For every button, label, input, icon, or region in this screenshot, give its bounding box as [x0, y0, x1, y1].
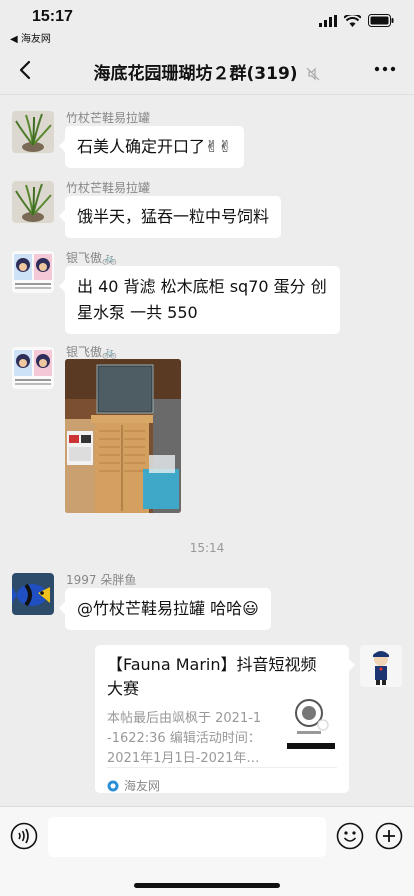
link-card-source-name: 海友网: [124, 779, 161, 793]
nav-bar: 海底花园珊瑚坊２群(319): [0, 46, 414, 94]
timestamp: 15:14: [189, 541, 225, 555]
avatar-plant[interactable]: [12, 111, 54, 153]
avatar-plant[interactable]: [12, 181, 54, 223]
mute-icon: [307, 67, 320, 81]
cartoon-avatar-image: [12, 251, 54, 293]
avatar-self[interactable]: [360, 645, 402, 687]
self-avatar-image: [360, 645, 402, 687]
message-text-line: 出 40 背滤 松木底柜 sq70 蛋分 创: [77, 277, 327, 296]
emoji-icon[interactable]: [336, 822, 364, 850]
chat-messages[interactable]: 竹杖芒鞋易拉罐 石美人确定开口了✌✌ 竹杖芒鞋易拉罐 饿半天，猛吞一粒中号饲料: [0, 94, 414, 806]
chat-title-text: 海底花园珊瑚坊２群(319): [93, 64, 298, 84]
message-text: 石美人确定开口了✌✌: [77, 137, 232, 156]
status-time: 15:17: [32, 8, 73, 25]
avatar-fish[interactable]: [12, 573, 54, 615]
link-card-description: 本帖最后由飒枫于 2021-1 -1622:36 编辑活动时间： 2021年1月…: [107, 709, 261, 769]
message-text: 饿半天，猛吞一粒中号饲料: [77, 207, 270, 226]
more-icon[interactable]: [374, 62, 396, 76]
aquarium-cabinet-photo: [65, 359, 181, 513]
plant-avatar-image: [12, 111, 54, 153]
chat-title: 海底花园珊瑚坊２群(319): [0, 59, 414, 84]
wifi-icon: [344, 14, 361, 27]
avatar-cartoon[interactable]: [12, 347, 54, 389]
link-card-source: 海友网: [107, 773, 160, 799]
sender-name: 竹杖芒鞋易拉罐: [66, 181, 151, 195]
link-card-desc-line: -1622:36 编辑活动时间：: [107, 731, 261, 746]
voice-input-icon[interactable]: [10, 822, 38, 850]
message-input[interactable]: [48, 817, 326, 857]
sender-name: 银飞傲🚲: [66, 345, 117, 359]
link-card[interactable]: 【Fauna Marin】抖音短视频 大赛 本帖最后由飒枫于 2021-1 -1…: [95, 645, 355, 793]
link-card-thumbnail: [283, 695, 337, 751]
link-card-divider: [107, 767, 337, 768]
source-logo-icon: [107, 780, 119, 792]
battery-icon: [368, 14, 394, 27]
message-text: @竹杖芒鞋易拉罐 哈哈😃: [77, 599, 259, 618]
message-bubble[interactable]: 饿半天，猛吞一粒中号饲料: [58, 196, 282, 238]
avatar-cartoon[interactable]: [12, 251, 54, 293]
add-more-icon[interactable]: [375, 822, 403, 850]
status-icons: [319, 14, 394, 27]
link-card-desc-line: 2021年1月1日-2021年…: [107, 751, 260, 766]
link-card-title: 【Fauna Marin】抖音短视频 大赛: [107, 653, 337, 701]
fish-avatar-image: [12, 573, 54, 615]
message-bubble[interactable]: @竹杖芒鞋易拉罐 哈哈😃: [59, 588, 271, 630]
link-card-desc-line: 本帖最后由飒枫于 2021-1: [107, 711, 262, 726]
status-bar: 15:17 ◀ 海友网: [0, 0, 414, 46]
cartoon-avatar-image: [12, 347, 54, 389]
sender-name: 竹杖芒鞋易拉罐: [66, 111, 151, 125]
signal-icon: [319, 14, 337, 27]
message-text-line: 星水泵 一共 550: [77, 303, 198, 322]
sender-name: 银飞傲🚲: [66, 251, 117, 265]
plant-avatar-image: [12, 181, 54, 223]
home-indicator: [134, 883, 280, 888]
input-bar: [0, 806, 414, 896]
message-bubble[interactable]: 石美人确定开口了✌✌: [59, 126, 244, 168]
sender-name: 1997 朵胖鱼: [66, 573, 137, 587]
message-bubble[interactable]: 出 40 背滤 松木底柜 sq70 蛋分 创 星水泵 一共 550: [59, 266, 340, 334]
message-photo[interactable]: [65, 359, 181, 513]
link-card-title-line: 【Fauna Marin】抖音短视频: [107, 655, 317, 674]
back-to-app-link[interactable]: ◀ 海友网: [10, 30, 51, 45]
